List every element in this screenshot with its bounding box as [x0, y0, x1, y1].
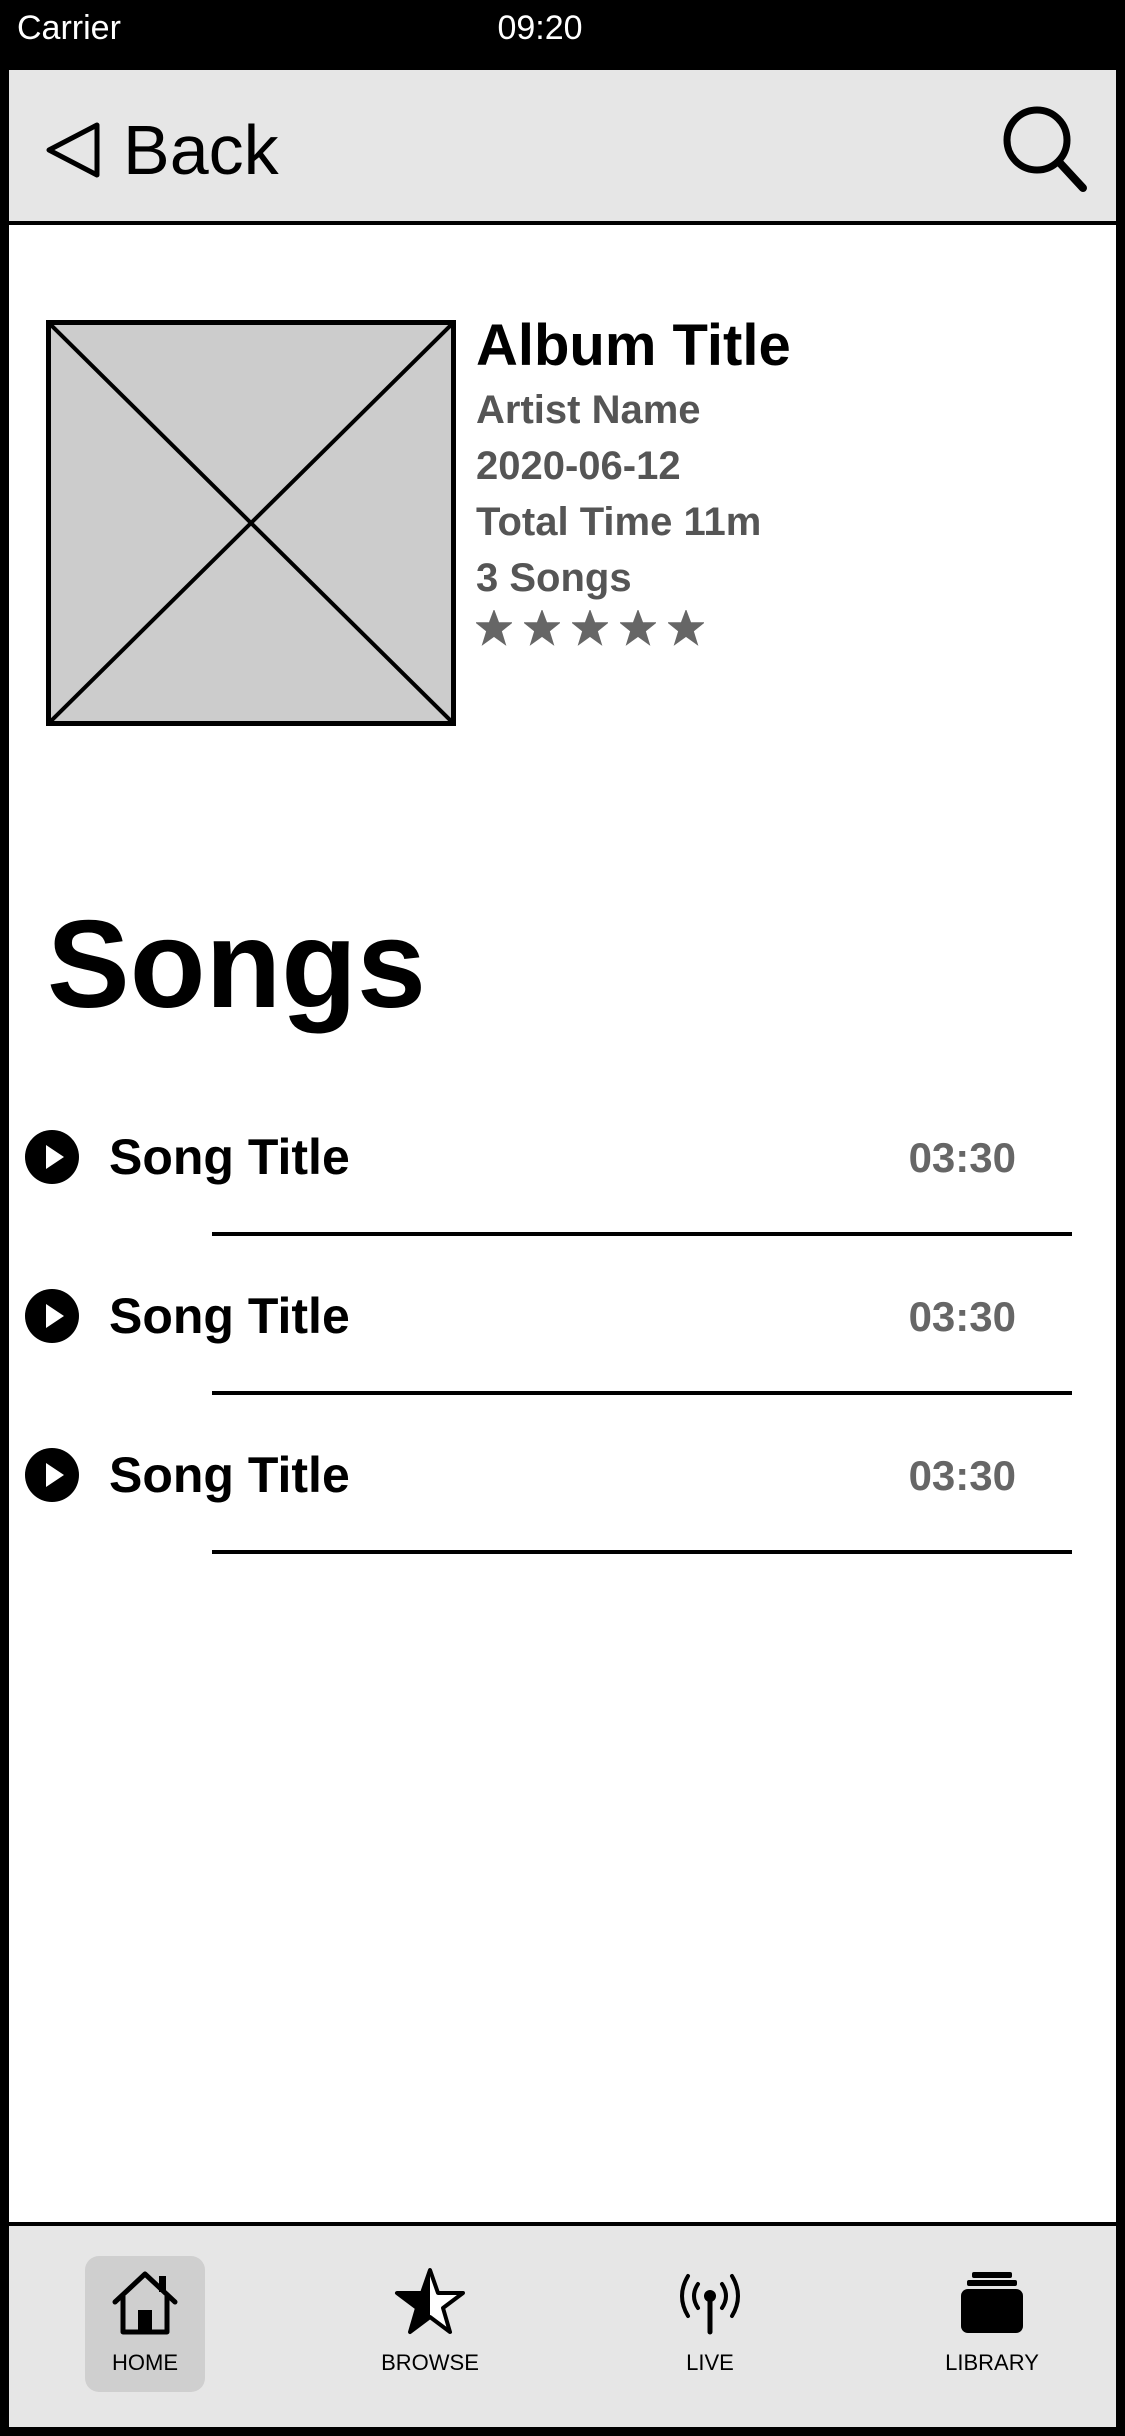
song-duration: 03:30: [908, 1452, 1016, 1499]
star-icon[interactable]: [572, 610, 608, 646]
song-row[interactable]: Song Title 03:30: [9, 1249, 1116, 1408]
song-duration: 03:30: [908, 1293, 1016, 1340]
row-divider: [212, 1550, 1072, 1554]
total-time: Total Time 11m: [476, 500, 762, 544]
tab-label: HOME: [112, 2350, 178, 2375]
row-divider: [212, 1232, 1072, 1236]
star-icon[interactable]: [524, 610, 560, 646]
back-button[interactable]: Back: [45, 110, 279, 190]
broadcast-icon: [680, 2274, 740, 2335]
play-icon[interactable]: [24, 1288, 80, 1344]
album-title: Album Title: [476, 313, 791, 378]
status-time: 09:20: [497, 9, 583, 47]
song-row[interactable]: Song Title 03:30: [9, 1408, 1116, 1567]
song-count: 3 Songs: [476, 556, 632, 600]
songs-heading: Songs: [47, 896, 426, 1034]
song-list: Song Title 03:30 Song Title 03:30 Song T…: [9, 1090, 1116, 1567]
search-button[interactable]: [999, 102, 1089, 194]
status-bar: Carrier 09:20: [0, 0, 1125, 66]
song-row[interactable]: Song Title 03:30: [9, 1090, 1116, 1249]
song-title: Song Title: [109, 1129, 350, 1185]
image-placeholder-icon: [51, 325, 451, 721]
tab-home[interactable]: HOME: [85, 2256, 205, 2392]
play-icon[interactable]: [24, 1129, 80, 1185]
play-icon[interactable]: [24, 1447, 80, 1503]
tab-label: LIVE: [686, 2350, 734, 2375]
rating-stars[interactable]: [476, 610, 1096, 646]
tab-label: BROWSE: [381, 2350, 479, 2375]
star-icon[interactable]: [668, 610, 704, 646]
tab-bar: HOME BROWSE LIVE LIBRARY: [9, 2222, 1116, 2427]
song-title: Song Title: [109, 1288, 350, 1344]
album-info: Album Title Artist Name 2020-06-12 Total…: [476, 310, 1096, 646]
search-icon: [1003, 106, 1087, 192]
star-icon[interactable]: [620, 610, 656, 646]
album-art-placeholder: [46, 320, 456, 726]
tab-library[interactable]: LIBRARY: [932, 2256, 1052, 2392]
library-icon: [961, 2272, 1023, 2333]
tab-live[interactable]: LIVE: [650, 2256, 770, 2392]
star-icon: [395, 2268, 465, 2334]
home-icon: [112, 2271, 178, 2335]
app-frame: Back Album Title Artist Name 2020-06-12 …: [5, 66, 1120, 2431]
row-divider: [212, 1391, 1072, 1395]
back-triangle-icon: [46, 122, 100, 178]
artist-name[interactable]: Artist Name: [476, 382, 1096, 438]
release-date: 2020-06-12: [476, 444, 681, 488]
song-title: Song Title: [109, 1447, 350, 1503]
song-duration: 03:30: [908, 1134, 1016, 1181]
tab-label: LIBRARY: [945, 2350, 1039, 2375]
back-label: Back: [123, 111, 279, 189]
navigation-bar: Back: [9, 70, 1116, 225]
tab-browse[interactable]: BROWSE: [370, 2256, 490, 2392]
star-icon[interactable]: [476, 610, 512, 646]
